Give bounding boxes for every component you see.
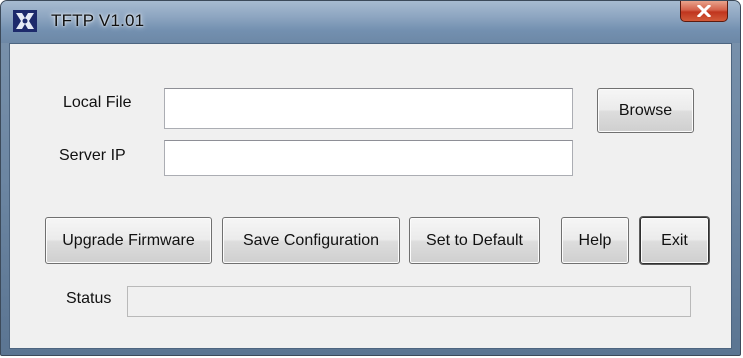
- upgrade-firmware-button[interactable]: Upgrade Firmware: [45, 217, 212, 264]
- close-button[interactable]: [680, 1, 728, 22]
- exit-button[interactable]: Exit: [640, 217, 709, 264]
- close-x-icon: [697, 5, 711, 17]
- dialog-body: Local File Browse Server IP Upgrade Firm…: [9, 43, 732, 349]
- local-file-label: Local File: [63, 94, 132, 111]
- help-button[interactable]: Help: [561, 217, 629, 264]
- server-ip-label: Server IP: [59, 147, 126, 164]
- title-bar[interactable]: TFTP V1.01: [1, 1, 740, 43]
- tftp-window: TFTP V1.01 Local File Browse Server IP U…: [0, 0, 741, 356]
- set-to-default-button[interactable]: Set to Default: [409, 217, 540, 264]
- local-file-input[interactable]: [164, 88, 573, 129]
- status-label: Status: [66, 290, 112, 307]
- window-title: TFTP V1.01: [51, 11, 145, 30]
- status-field: [127, 286, 691, 317]
- save-configuration-button[interactable]: Save Configuration: [222, 217, 400, 264]
- server-ip-input[interactable]: [164, 140, 573, 176]
- browse-button[interactable]: Browse: [597, 88, 694, 133]
- tftp-app-icon[interactable]: [13, 10, 37, 32]
